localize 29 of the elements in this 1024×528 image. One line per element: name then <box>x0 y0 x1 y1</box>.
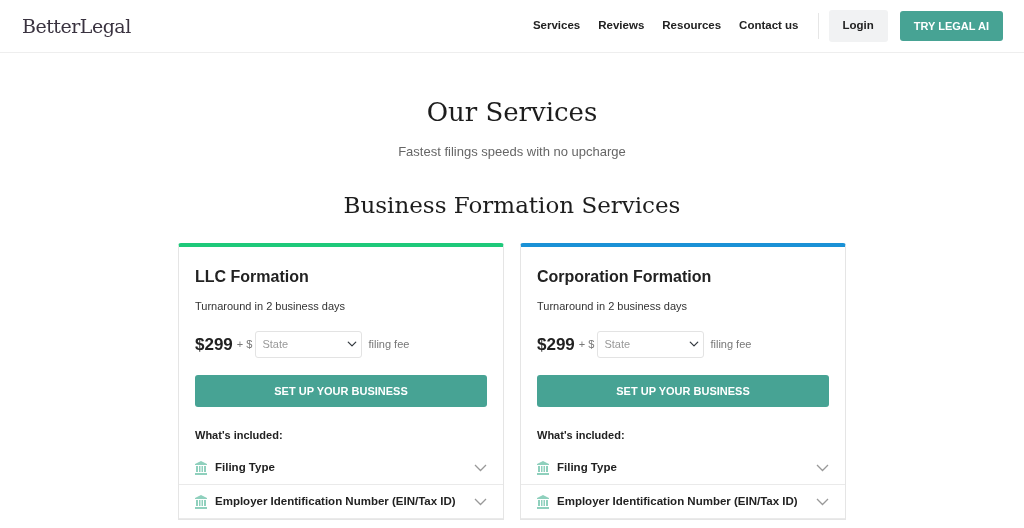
page-heading: Our Services <box>425 97 599 129</box>
nav-link[interactable]: Services <box>523 17 590 35</box>
included-item[interactable]: Filing Type <box>179 451 503 486</box>
included-item[interactable]: Employer Identification Number (EIN/Tax ID) <box>521 485 845 520</box>
subtitle: Fastest filings speeds with no upcharge <box>397 143 627 162</box>
turnaround-text: Turnaround in 2 business days <box>537 299 688 315</box>
bank-icon <box>195 460 207 475</box>
card-title: LLC Formation <box>195 267 310 287</box>
nav-link[interactable]: Contact us <box>730 17 808 35</box>
price: $299 <box>537 333 575 356</box>
nav-link[interactable]: Reviews <box>589 17 654 35</box>
included-heading: What's included: <box>537 427 626 443</box>
filing-fee-label: filing fee <box>368 337 410 353</box>
included-heading: What's included: <box>195 427 284 443</box>
plus-label: + $ <box>236 337 253 353</box>
turnaround-text: Turnaround in 2 business days <box>195 299 346 315</box>
section-heading: Business Formation Services <box>342 191 682 220</box>
filing-fee-label: filing fee <box>710 337 752 353</box>
card-title: Corporation Formation <box>537 267 713 287</box>
bank-icon <box>537 494 549 509</box>
included-item[interactable]: Employer Identification Number (EIN/Tax ID) <box>179 485 503 520</box>
logo[interactable]: BetterLegal <box>22 11 131 41</box>
bank-icon <box>195 494 207 509</box>
price: $299 <box>195 333 233 356</box>
plus-label: + $ <box>578 337 595 353</box>
login-button[interactable]: Login <box>828 10 888 42</box>
nav-link[interactable]: Resources <box>653 17 731 35</box>
bank-icon <box>537 460 549 475</box>
included-item[interactable]: Filing Type <box>521 451 845 486</box>
